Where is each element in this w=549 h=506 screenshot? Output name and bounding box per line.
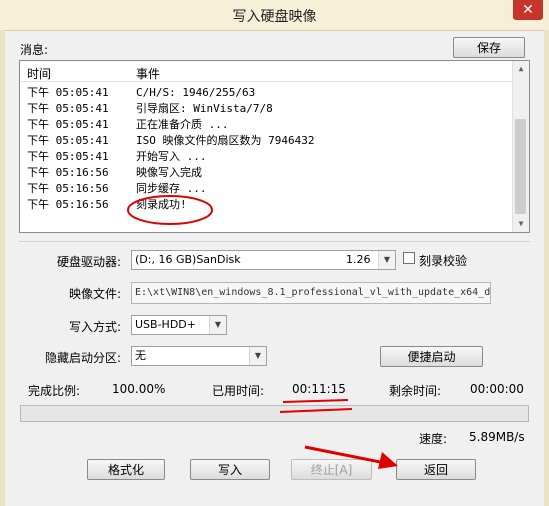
progress-bar xyxy=(20,405,529,422)
abort-button[interactable]: 终止[A] xyxy=(291,459,372,480)
write-method-label: 写入方式: xyxy=(69,320,122,334)
remaining-label: 剩余时间: xyxy=(389,384,442,398)
log-time: 下午 05:16:56 xyxy=(27,182,109,195)
close-button[interactable]: ✕ xyxy=(513,0,543,20)
hidden-partition-value: 无 xyxy=(135,349,146,362)
verify-label[interactable]: 刻录校验 xyxy=(419,252,467,269)
annotation-underline xyxy=(282,399,349,403)
drive-label: 硬盘驱动器: xyxy=(57,255,122,269)
complete-value: 100.00% xyxy=(112,382,166,396)
scroll-up-icon[interactable]: ▲ xyxy=(513,61,529,77)
log-event: 刻录成功! xyxy=(136,198,187,211)
verify-checkbox[interactable] xyxy=(403,252,415,264)
speed-label: 速度: xyxy=(419,432,448,446)
log-scrollbar[interactable]: ▲ ▼ xyxy=(512,61,529,232)
window-border-right xyxy=(544,30,549,506)
window-title: 写入硬盘映像 xyxy=(232,9,317,25)
scrollbar-thumb[interactable] xyxy=(515,119,526,214)
log-event: 引导扇区: WinVista/7/8 xyxy=(136,102,273,115)
chevron-down-icon[interactable]: ▼ xyxy=(209,316,226,334)
format-button[interactable]: 格式化 xyxy=(87,459,165,480)
log-row: 下午 05:05:41 C/H/S: 1946/255/63 xyxy=(20,85,514,101)
drive-value: (D:, 16 GB)SanDisk xyxy=(135,253,241,266)
log-time: 下午 05:05:41 xyxy=(27,150,109,163)
image-file-field[interactable]: E:\xt\WIN8\en_windows_8.1_professional_v… xyxy=(131,282,491,304)
message-log[interactable]: 时间 事件 下午 05:05:41 C/H/S: 1946/255/63 下午 0… xyxy=(19,60,530,233)
log-header: 时间 事件 xyxy=(20,61,514,82)
speed-value: 5.89MB/s xyxy=(469,430,525,444)
log-time: 下午 05:16:56 xyxy=(27,166,109,179)
elapsed-value: 00:11:15 xyxy=(292,382,346,396)
log-time: 下午 05:16:56 xyxy=(27,198,109,211)
log-event: 同步缓存 ... xyxy=(136,182,207,195)
log-event: ISO 映像文件的扇区数为 7946432 xyxy=(136,134,315,147)
title-bar: 写入硬盘映像 ✕ xyxy=(0,0,549,31)
write-button[interactable]: 写入 xyxy=(190,459,270,480)
back-button[interactable]: 返回 xyxy=(396,459,476,480)
column-header-event[interactable]: 事件 xyxy=(136,65,160,82)
chevron-down-icon[interactable]: ▼ xyxy=(378,251,395,269)
hidden-partition-select[interactable]: 无 ▼ xyxy=(131,346,267,366)
log-row: 下午 05:05:41 开始写入 ... xyxy=(20,149,514,165)
scroll-down-icon[interactable]: ▼ xyxy=(513,216,529,232)
log-time: 下午 05:05:41 xyxy=(27,134,109,147)
drive-select[interactable]: (D:, 16 GB)SanDisk 1.26 ▼ xyxy=(131,250,396,270)
log-time: 下午 05:05:41 xyxy=(27,86,109,99)
messages-label: 消息: xyxy=(20,43,49,57)
hidden-partition-label: 隐藏启动分区: xyxy=(45,351,122,365)
column-header-time[interactable]: 时间 xyxy=(27,65,51,82)
log-row: 下午 05:05:41 引导扇区: WinVista/7/8 xyxy=(20,101,514,117)
log-event: 正在准备介质 ... xyxy=(136,118,229,131)
write-method-value: USB-HDD+ xyxy=(135,318,196,331)
chevron-down-icon[interactable]: ▼ xyxy=(249,347,266,365)
log-time: 下午 05:05:41 xyxy=(27,102,109,115)
section-divider xyxy=(19,241,530,242)
log-time: 下午 05:05:41 xyxy=(27,118,109,131)
log-row: 下午 05:16:56 同步缓存 ... xyxy=(20,181,514,197)
remaining-value: 00:00:00 xyxy=(470,382,524,396)
log-event: C/H/S: 1946/255/63 xyxy=(136,86,256,99)
drive-version: 1.26 xyxy=(346,253,371,266)
arrowhead-icon xyxy=(378,452,398,469)
write-method-select[interactable]: USB-HDD+ ▼ xyxy=(131,315,227,335)
elapsed-label: 已用时间: xyxy=(212,384,265,398)
log-event: 映像写入完成 xyxy=(136,166,202,179)
log-row: 下午 05:05:41 正在准备介质 ... xyxy=(20,117,514,133)
log-rows: 下午 05:05:41 C/H/S: 1946/255/63 下午 05:05:4… xyxy=(20,85,514,213)
log-row: 下午 05:16:56 映像写入完成 xyxy=(20,165,514,181)
quick-boot-button[interactable]: 便捷启动 xyxy=(380,346,483,367)
log-row: 下午 05:16:56 刻录成功! xyxy=(20,197,514,213)
save-button[interactable]: 保存 xyxy=(453,37,525,58)
window-border-left xyxy=(0,30,5,506)
image-file-label: 映像文件: xyxy=(69,287,122,301)
log-row: 下午 05:05:41 ISO 映像文件的扇区数为 7946432 xyxy=(20,133,514,149)
complete-label: 完成比例: xyxy=(28,384,81,398)
log-event: 开始写入 ... xyxy=(136,150,207,163)
